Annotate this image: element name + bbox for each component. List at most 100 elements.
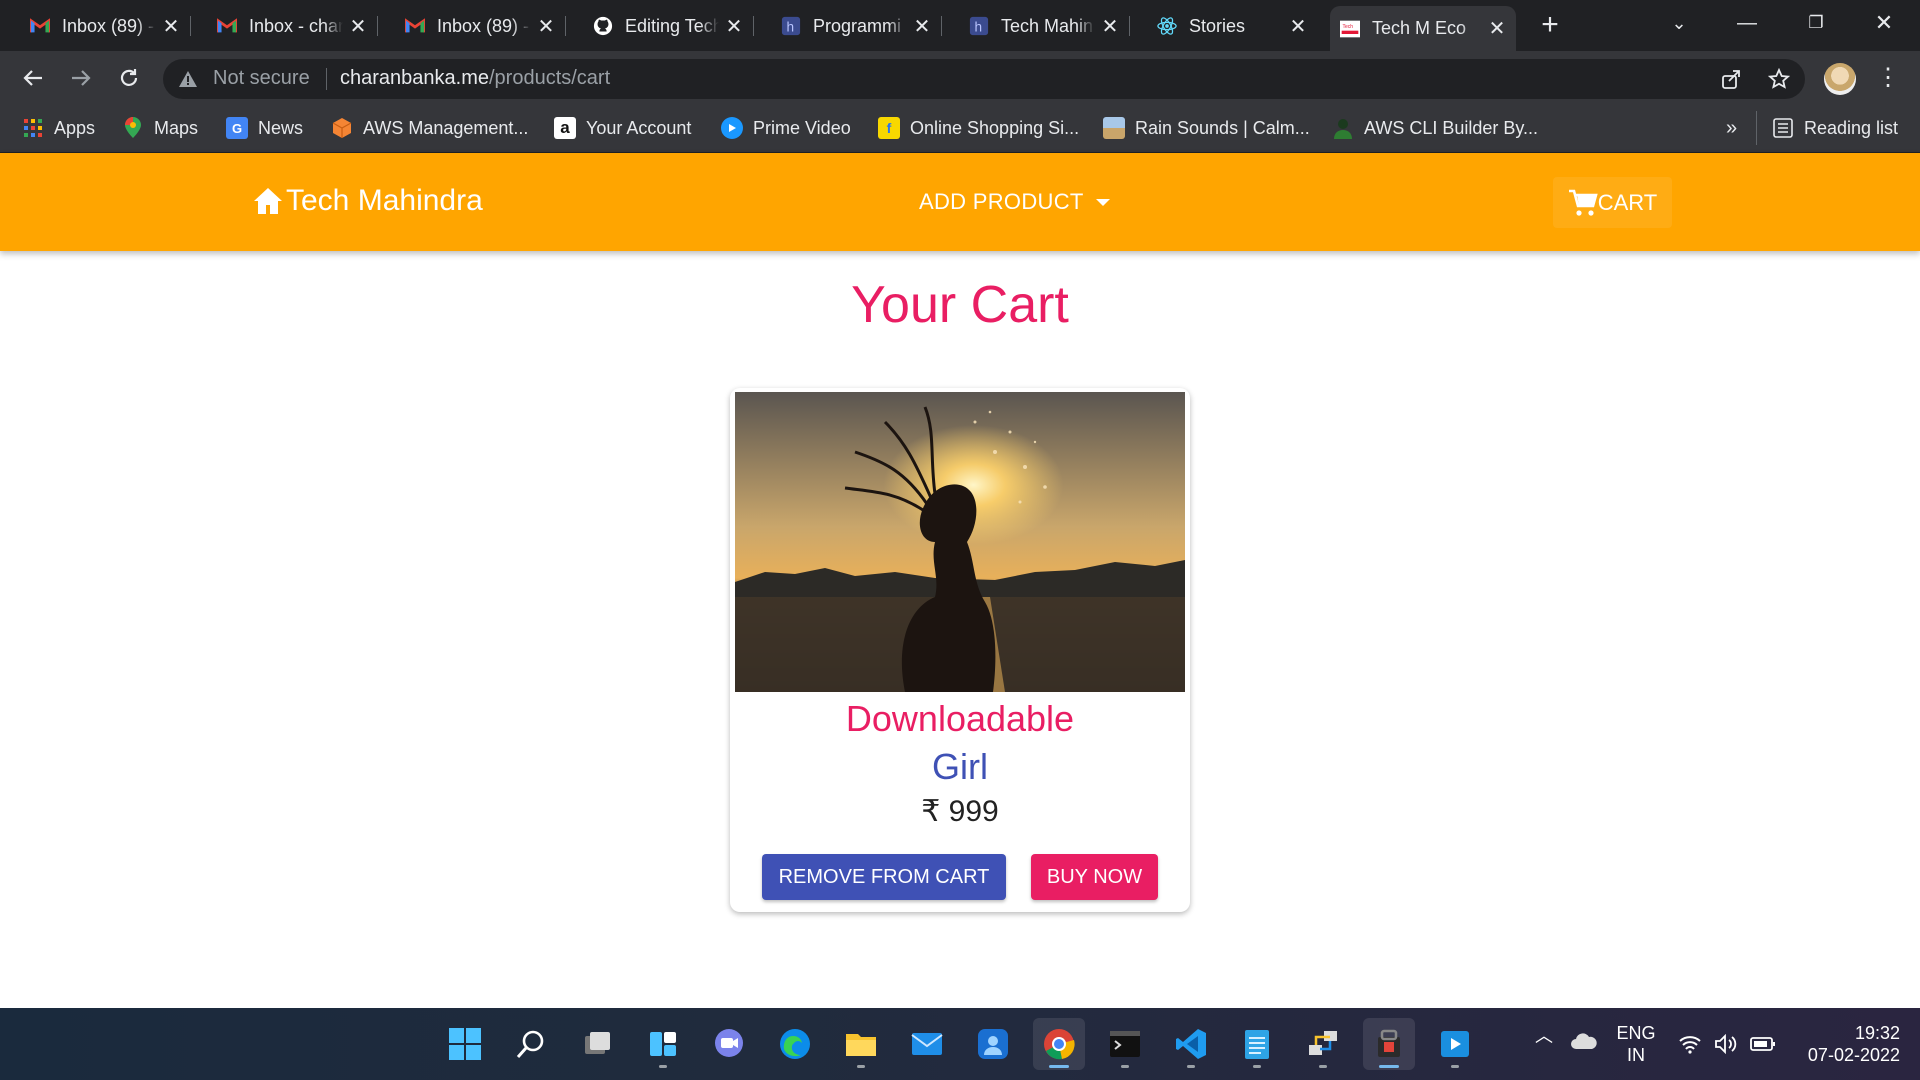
svg-text:h: h	[786, 19, 794, 34]
clock[interactable]: 19:32 07-02-2022	[1790, 1022, 1900, 1066]
windows-start-icon[interactable]	[439, 1018, 491, 1070]
reload-button[interactable]	[112, 61, 146, 95]
brand-home-link[interactable]: Tech Mahindra	[252, 181, 483, 221]
show-hidden-icons-chevron-icon[interactable]: ︿	[1535, 1022, 1553, 1048]
close-tab-icon[interactable]: ✕	[911, 15, 933, 38]
aws-cube-icon	[331, 117, 353, 139]
reading-list-button[interactable]: Reading list	[1772, 115, 1898, 141]
address-bar[interactable]: Not secure charanbanka.me/products/cart	[163, 59, 1805, 99]
browser-tab[interactable]: Inbox (89) - ✕	[20, 7, 191, 45]
browser-tab[interactable]: Stories ✕	[1147, 7, 1317, 45]
bookmark-aws-management[interactable]: AWS Management...	[331, 115, 528, 141]
volume-icon[interactable]	[1714, 1033, 1738, 1059]
browser-menu-icon[interactable]: ⋮	[1876, 63, 1900, 95]
browser-tab[interactable]: Inbox (89) - ✕	[395, 7, 566, 45]
bookmark-apps[interactable]: Apps	[22, 115, 95, 141]
tab-separator	[565, 16, 566, 36]
cart-item-card: Downloadable Girl ₹ 999 REMOVE FROM CART…	[730, 388, 1190, 912]
bookmark-label: AWS CLI Builder By...	[1364, 117, 1539, 138]
forward-button[interactable]	[64, 61, 98, 95]
media-player-icon[interactable]	[1429, 1018, 1481, 1070]
close-tab-icon[interactable]: ✕	[1099, 15, 1121, 38]
running-indicator	[1379, 1065, 1399, 1068]
browser-tab[interactable]: Editing Tech ✕	[583, 7, 754, 45]
tab-search-chevron-icon[interactable]: ⌄	[1656, 0, 1702, 46]
new-tab-button[interactable]: +	[1536, 10, 1564, 40]
browser-tab[interactable]: Inbox - char ✕	[207, 7, 378, 45]
clock-time: 19:32	[1854, 1023, 1900, 1043]
bookmark-maps[interactable]: Maps	[122, 115, 198, 141]
close-tab-icon[interactable]: ✕	[160, 15, 182, 38]
github-icon	[593, 16, 613, 36]
chat-icon[interactable]	[703, 1018, 755, 1070]
close-tab-icon[interactable]: ✕	[723, 15, 745, 38]
task-view-icon[interactable]	[571, 1018, 623, 1070]
close-window-button[interactable]: ✕	[1861, 0, 1907, 46]
bookmark-label: Rain Sounds | Calm...	[1135, 117, 1310, 138]
close-tab-icon[interactable]: ✕	[347, 15, 369, 38]
bookmark-your-account[interactable]: a Your Account	[554, 115, 691, 141]
techm-icon: Tech	[1340, 19, 1360, 39]
bookmark-aws-cli-builder[interactable]: AWS CLI Builder By...	[1332, 115, 1538, 141]
vscode-icon[interactable]	[1165, 1018, 1217, 1070]
bookmark-prime-video[interactable]: Prime Video	[721, 115, 851, 141]
tab-separator	[941, 16, 942, 36]
bookmark-label: News	[258, 117, 304, 138]
close-tab-icon[interactable]: ✕	[1486, 18, 1508, 40]
product-subtitle: Girl	[932, 746, 988, 787]
browser-tab[interactable]: h Programmi ✕	[771, 7, 942, 45]
prime-video-icon	[721, 117, 743, 139]
bookmark-rain-sounds[interactable]: Rain Sounds | Calm...	[1103, 115, 1310, 141]
close-tab-icon[interactable]: ✕	[1287, 15, 1309, 38]
more-bookmarks-chevron-icon[interactable]: »	[1726, 115, 1737, 141]
warning-triangle-icon	[179, 71, 197, 87]
remove-from-cart-button[interactable]: REMOVE FROM CART	[762, 854, 1006, 900]
product-image	[735, 392, 1185, 692]
wifi-icon[interactable]	[1678, 1034, 1702, 1059]
buy-now-button[interactable]: BUY NOW	[1031, 854, 1158, 900]
bookmark-star-icon[interactable]	[1767, 67, 1791, 91]
svg-text:Tech: Tech	[1343, 24, 1354, 30]
tab-separator	[190, 16, 191, 36]
add-product-dropdown[interactable]: ADD PRODUCT	[919, 187, 1110, 217]
caret-down-icon	[1095, 198, 1110, 206]
browser-tab-strip: Inbox (89) - ✕ Inbox - char ✕ Inbox (89)…	[0, 0, 1920, 51]
app-icon[interactable]	[1363, 1018, 1415, 1070]
gmail-icon	[30, 16, 50, 36]
tab-title: Stories	[1189, 15, 1246, 36]
widgets-icon[interactable]	[637, 1018, 689, 1070]
language-indicator[interactable]: ENG IN	[1612, 1022, 1660, 1066]
share-icon[interactable]	[1719, 67, 1743, 91]
running-indicator	[1253, 1065, 1261, 1068]
profile-avatar[interactable]	[1824, 63, 1856, 95]
store-icon[interactable]	[967, 1018, 1019, 1070]
home-icon	[254, 188, 282, 214]
chrome-icon[interactable]	[1033, 1018, 1085, 1070]
restore-button[interactable]: ❐	[1793, 0, 1839, 46]
url-text[interactable]: charanbanka.me/products/cart	[340, 67, 610, 90]
security-label[interactable]: Not secure	[213, 67, 310, 90]
browser-tab[interactable]: h Tech Mahin ✕	[959, 7, 1130, 45]
battery-icon[interactable]	[1750, 1036, 1776, 1057]
cart-button[interactable]: CART	[1553, 177, 1672, 228]
search-icon[interactable]	[505, 1018, 557, 1070]
tab-separator	[1129, 16, 1130, 36]
notepad-icon[interactable]	[1231, 1018, 1283, 1070]
file-explorer-icon[interactable]	[835, 1018, 887, 1070]
app-navbar: Tech Mahindra ADD PRODUCT CART	[0, 153, 1920, 251]
bookmark-news[interactable]: G News	[226, 115, 303, 141]
back-button[interactable]	[16, 61, 50, 95]
edge-icon[interactable]	[769, 1018, 821, 1070]
bookmark-label: Your Account	[586, 117, 692, 138]
browser-tab-active[interactable]: Tech Tech M Eco ✕	[1330, 6, 1516, 51]
flipkart-icon: f	[878, 117, 900, 139]
mail-icon[interactable]	[901, 1018, 953, 1070]
network-icon[interactable]	[1297, 1018, 1349, 1070]
bookmark-label: Maps	[154, 117, 199, 138]
onedrive-icon[interactable]	[1570, 1032, 1598, 1055]
bookmark-online-shopping[interactable]: f Online Shopping Si...	[878, 115, 1079, 141]
minimize-button[interactable]: —	[1724, 0, 1770, 46]
terminal-icon[interactable]	[1099, 1018, 1151, 1070]
hashnode-icon: h	[781, 16, 801, 36]
close-tab-icon[interactable]: ✕	[535, 15, 557, 38]
